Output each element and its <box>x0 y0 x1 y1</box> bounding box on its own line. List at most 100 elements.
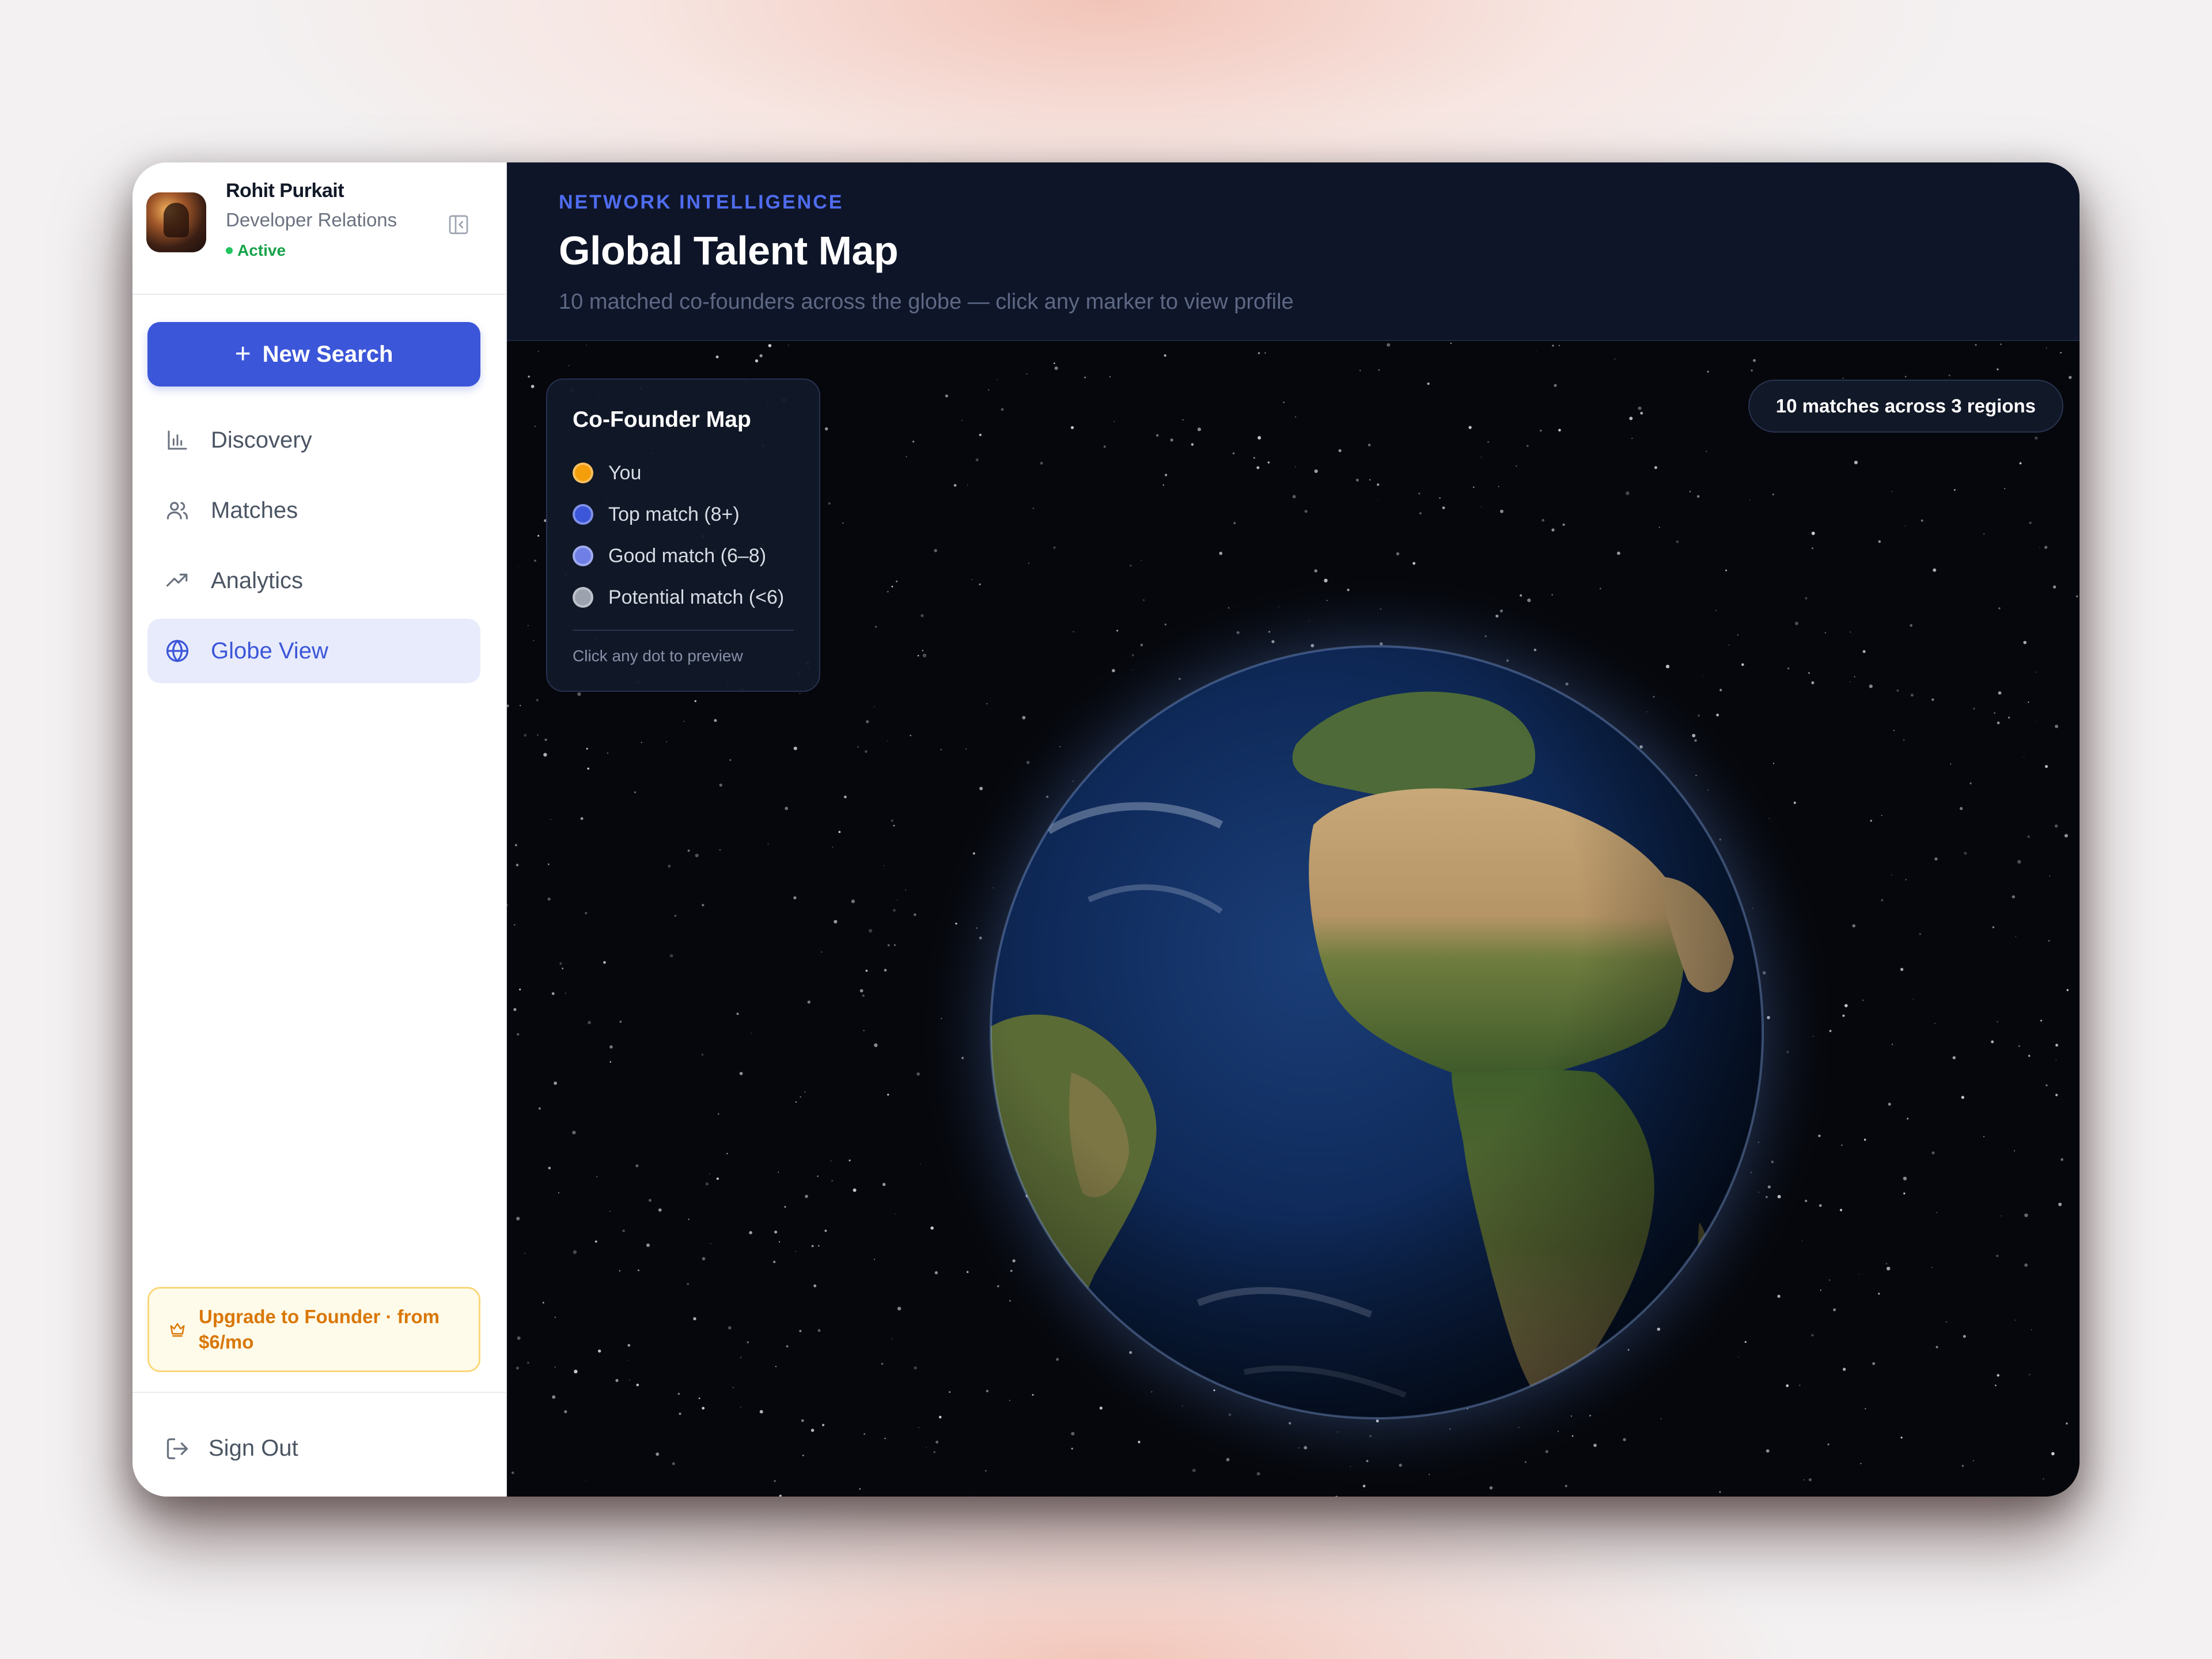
star <box>857 746 859 748</box>
star <box>1903 739 1905 741</box>
star <box>552 1395 556 1399</box>
collapse-sidebar-button[interactable] <box>446 212 471 237</box>
new-search-label: New Search <box>262 341 393 367</box>
star <box>1996 1255 1999 1257</box>
sidebar-item-label: Discovery <box>211 427 312 453</box>
star <box>572 1130 576 1135</box>
star <box>866 720 869 724</box>
star <box>1860 1463 1862 1464</box>
star <box>784 1206 786 1208</box>
star <box>934 549 937 552</box>
star <box>1562 523 1565 526</box>
sidebar-item-discovery[interactable]: Discovery <box>147 408 480 472</box>
star <box>1885 1263 1888 1264</box>
star <box>1953 489 1956 491</box>
star <box>831 1180 834 1182</box>
star <box>1558 429 1561 432</box>
star <box>953 484 957 487</box>
star <box>975 458 979 461</box>
star <box>811 1245 814 1247</box>
star <box>1054 362 1055 364</box>
star <box>1752 359 1756 362</box>
star <box>1881 899 1884 902</box>
star <box>715 355 719 359</box>
star <box>786 1345 789 1348</box>
star <box>749 1231 752 1234</box>
star <box>524 1252 526 1254</box>
star <box>1427 382 1430 385</box>
star <box>568 365 570 366</box>
star <box>537 734 539 736</box>
star <box>1878 540 1881 543</box>
star <box>895 1213 896 1215</box>
star <box>892 908 896 912</box>
sidebar-item-analytics[interactable]: Analytics <box>147 548 480 613</box>
star <box>893 824 895 827</box>
star <box>1676 540 1679 543</box>
star <box>2035 671 2037 673</box>
star <box>759 354 763 358</box>
star <box>2023 756 2025 758</box>
earth-globe[interactable] <box>899 554 1855 1497</box>
star <box>834 920 838 924</box>
star <box>702 904 704 907</box>
star <box>2043 1478 2044 1480</box>
star <box>793 896 797 900</box>
star <box>2045 765 2048 768</box>
new-search-button[interactable]: + New Search <box>147 322 480 387</box>
star <box>702 1407 705 1410</box>
star <box>1751 369 1753 372</box>
star <box>739 1071 743 1075</box>
star <box>1933 568 1937 572</box>
star <box>1994 712 1995 714</box>
star <box>1233 522 1236 524</box>
star <box>820 951 823 953</box>
star <box>788 344 789 346</box>
star <box>2066 1422 2068 1425</box>
star <box>638 1269 639 1271</box>
legend-label: You <box>608 461 642 484</box>
sidebar-item-label: Globe View <box>211 638 328 664</box>
star <box>2023 641 2027 645</box>
star <box>628 1379 630 1381</box>
star <box>884 1437 886 1440</box>
star <box>2018 1045 2020 1047</box>
star <box>1256 466 1260 469</box>
sign-out-button[interactable]: Sign Out <box>165 1435 298 1461</box>
star <box>646 1243 650 1247</box>
globe[interactable] <box>899 554 1855 1497</box>
star <box>1934 857 1938 861</box>
top-match-dot-icon <box>573 504 593 525</box>
star <box>1934 1022 1936 1024</box>
star <box>573 1250 577 1254</box>
star <box>1969 782 1972 785</box>
star <box>537 535 540 537</box>
profile-role: Developer Relations <box>226 209 397 230</box>
star <box>1654 466 1657 469</box>
trending-up-icon <box>165 568 190 593</box>
sidebar-item-matches[interactable]: Matches <box>147 478 480 543</box>
star <box>1552 344 1554 347</box>
potential-match-dot-icon <box>573 587 593 608</box>
star <box>2024 1263 2028 1267</box>
star <box>2075 595 2078 597</box>
star <box>2000 343 2002 346</box>
star <box>1232 452 1235 454</box>
star <box>800 1096 801 1098</box>
star <box>817 1175 819 1177</box>
star <box>1878 1293 1880 1295</box>
legend-item-you: You <box>573 452 794 494</box>
star <box>1032 507 1034 509</box>
star <box>1109 376 1111 378</box>
star <box>1888 1103 1891 1106</box>
star <box>538 1107 541 1110</box>
upgrade-banner[interactable]: Upgrade to Founder · from $6/mo <box>147 1287 480 1372</box>
star <box>768 344 772 347</box>
star <box>751 1033 752 1034</box>
legend-label: Potential match (<6) <box>608 586 785 608</box>
status-label: Active <box>237 241 286 259</box>
star <box>580 817 584 820</box>
star <box>1165 474 1168 476</box>
star <box>1893 730 1895 732</box>
sidebar-item-globe-view[interactable]: Globe View <box>147 619 480 683</box>
